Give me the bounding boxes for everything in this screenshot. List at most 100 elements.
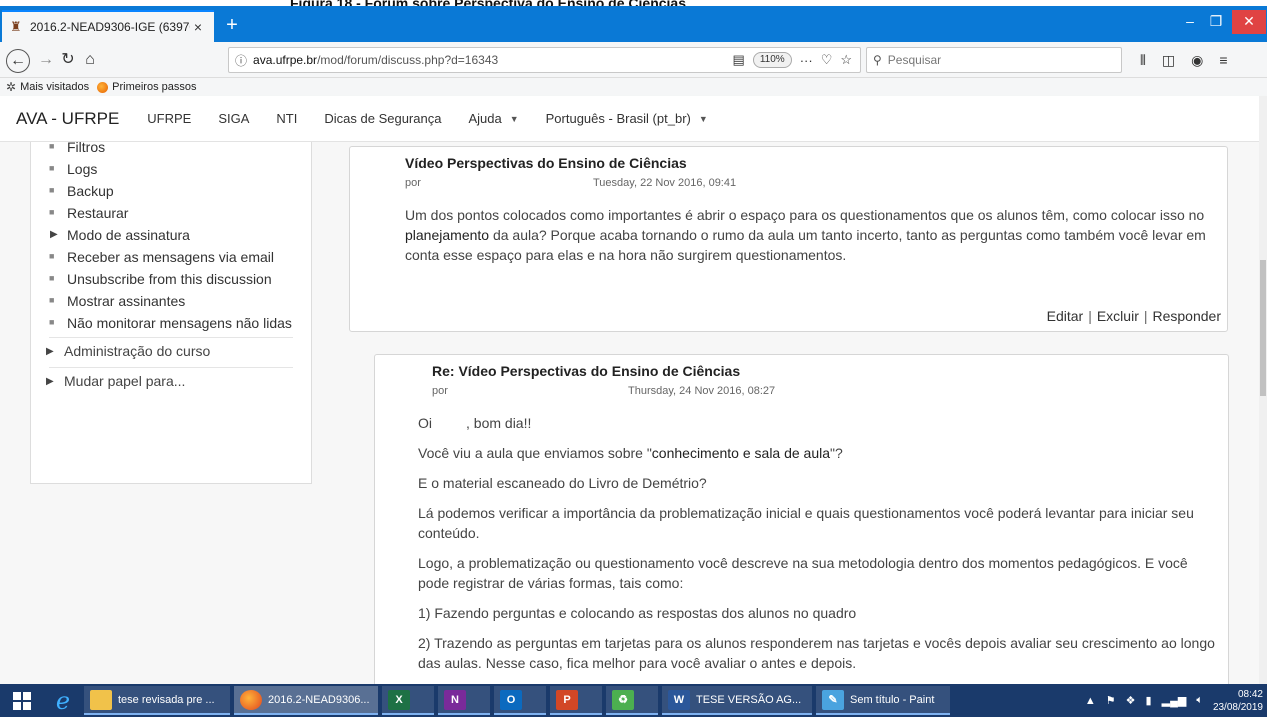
- info-icon[interactable]: ⓘ: [235, 52, 247, 69]
- library-icon[interactable]: ⫴: [1140, 52, 1146, 69]
- flag-icon[interactable]: ⚑: [1106, 694, 1116, 707]
- zoom-level[interactable]: 110%: [752, 52, 792, 68]
- post-text: "?: [830, 445, 843, 461]
- sidebar-item-logs[interactable]: ■ Logs: [49, 158, 297, 180]
- delete-link[interactable]: Excluir: [1097, 308, 1139, 324]
- nav-siga[interactable]: SIGA: [218, 111, 249, 126]
- taskbar-button-excel[interactable]: X: [382, 686, 434, 715]
- word-icon: W: [668, 689, 690, 710]
- system-clock[interactable]: 08:42 23/08/2019: [1213, 688, 1263, 714]
- sidebar-item-restaurar[interactable]: ■ Restaurar: [49, 202, 297, 224]
- bookmark-star-icon[interactable]: ☆: [840, 52, 852, 68]
- close-tab-icon[interactable]: ×: [190, 19, 206, 35]
- admin-list: ■ Filtros ■ Logs ■ Backup ■ Restaurar ▶ Modo …: [31, 142, 311, 334]
- taskbar-button-paint[interactable]: ✎ Sem título - Paint: [816, 686, 950, 715]
- account-icon[interactable]: ◉: [1191, 52, 1203, 69]
- expand-arrow-icon[interactable]: ▶: [50, 224, 58, 246]
- language-dropdown[interactable]: Português - Brasil (pt_br) ▼: [546, 111, 708, 126]
- separator: |: [1143, 308, 1148, 324]
- sidebar-item-label: Não monitorar mensagens não lidas: [67, 315, 292, 331]
- volume-icon[interactable]: 🔈︎: [1196, 694, 1203, 707]
- sidebar-item-backup[interactable]: ■ Backup: [49, 180, 297, 202]
- expand-arrow-icon: ▶: [46, 376, 54, 387]
- clock-time: 08:42: [1237, 688, 1263, 700]
- scrollbar-thumb[interactable]: [1260, 260, 1266, 396]
- post-link-conhecimento[interactable]: conhecimento e sala de aula: [652, 445, 830, 461]
- page-scrollbar[interactable]: [1259, 96, 1267, 684]
- post-paragraph: Você viu a aula que enviamos sobre "conh…: [418, 443, 1218, 463]
- taskbar-label: TESE VERSÃO AG...: [696, 693, 802, 706]
- nav-dicas-seguranca[interactable]: Dicas de Segurança: [324, 111, 441, 126]
- post-date: Tuesday, 22 Nov 2016, 09:41: [593, 177, 737, 189]
- post-paragraph: Lá podemos verificar a importância da pr…: [418, 505, 1194, 541]
- forward-button[interactable]: →: [34, 49, 58, 73]
- post-by-label: por: [405, 177, 421, 189]
- taskbar-button-word[interactable]: W TESE VERSÃO AG...: [662, 686, 812, 715]
- recycle-icon: ♻: [612, 689, 634, 710]
- edit-link[interactable]: Editar: [1047, 308, 1084, 324]
- network-icon[interactable]: ▮: [1146, 694, 1152, 707]
- search-placeholder: Pesquisar: [887, 53, 942, 67]
- taskbar-button-outlook[interactable]: O: [494, 686, 546, 715]
- post-text: Um dos pontos colocados como importantes…: [405, 207, 1205, 223]
- taskbar-button-powerpoint[interactable]: P: [550, 686, 602, 715]
- sidebar-item-receber-mensagens[interactable]: ■ Receber as mensagens via email: [49, 246, 297, 268]
- sidebar-item-label: Unsubscribe from this discussion: [67, 271, 272, 287]
- pocket-icon[interactable]: ♡: [821, 52, 833, 68]
- sidebar-item-unsubscribe[interactable]: ■ Unsubscribe from this discussion: [49, 268, 297, 290]
- dropbox-icon[interactable]: ❖: [1126, 694, 1136, 707]
- nav-ajuda-dropdown[interactable]: Ajuda ▼: [468, 111, 518, 126]
- sidebar-item-mostrar-assinantes[interactable]: ■ Mostrar assinantes: [49, 290, 297, 312]
- browser-tab[interactable]: ♜ 2016.2-NEAD9306-IGE (63970): ×: [2, 10, 214, 42]
- post-byline: por Tuesday, 22 Nov 2016, 09:41: [405, 177, 805, 189]
- reload-button[interactable]: ↻: [56, 49, 80, 73]
- start-button[interactable]: [0, 684, 44, 717]
- signal-icon[interactable]: ▂▄▆: [1162, 694, 1187, 707]
- bookmark-most-visited[interactable]: ✲ Mais visitados: [6, 80, 89, 94]
- minimize-button[interactable]: –: [1178, 10, 1202, 34]
- bullet-icon: ■: [49, 273, 55, 283]
- maximize-button[interactable]: ❐: [1204, 10, 1228, 34]
- sidebar-section-mudar-papel[interactable]: ▶ Mudar papel para...: [31, 368, 311, 394]
- taskbar-button-recycle[interactable]: ♻: [606, 686, 658, 715]
- back-button[interactable]: ←: [6, 49, 30, 73]
- taskbar-button-firefox[interactable]: 2016.2-NEAD9306...: [234, 686, 378, 715]
- post-link-planejamento[interactable]: planejamento: [405, 227, 489, 243]
- post-paragraph: 2) Trazendo as perguntas em tarjetas par…: [418, 635, 1215, 671]
- page-actions-icon[interactable]: ···: [800, 53, 813, 68]
- address-bar[interactable]: ⓘ ava.ufrpe.br/mod/forum/discuss.php?d=1…: [228, 47, 861, 73]
- sidebar-section-administracao-curso[interactable]: ▶ Administração do curso: [31, 338, 311, 364]
- sidebar-item-modo-assinatura[interactable]: ▶ Modo de assinatura: [50, 224, 297, 246]
- site-brand[interactable]: AVA - UFRPE: [16, 109, 119, 129]
- taskbar-button-explorer[interactable]: tese revisada pre ...: [84, 686, 230, 715]
- sidebar-item-nao-monitorar[interactable]: ■ Não monitorar mensagens não lidas: [49, 312, 297, 334]
- caret-down-icon: ▼: [509, 113, 519, 124]
- url-path: /mod/forum/discuss.php?d=16343: [317, 53, 499, 67]
- nav-nti[interactable]: NTI: [276, 111, 297, 126]
- browser-tab-bar: ♜ 2016.2-NEAD9306-IGE (63970): × + – ❐ ✕: [0, 6, 1267, 42]
- windows-taskbar: e tese revisada pre ... 2016.2-NEAD9306.…: [0, 684, 1267, 717]
- sidebar-item-label: Logs: [67, 161, 98, 177]
- new-tab-button[interactable]: +: [220, 14, 244, 38]
- administration-block: ■ Filtros ■ Logs ■ Backup ■ Restaurar ▶ Modo …: [30, 142, 312, 484]
- nav-ufrpe[interactable]: UFRPE: [147, 111, 191, 126]
- sidebar-item-label: Modo de assinatura: [67, 227, 190, 243]
- taskbar-button-onenote[interactable]: N: [438, 686, 490, 715]
- taskbar-label: Sem título - Paint: [850, 693, 935, 706]
- reader-view-icon[interactable]: ▤: [733, 52, 745, 68]
- post-paragraph: 1) Fazendo perguntas e colocando as resp…: [418, 605, 857, 621]
- bookmark-getting-started[interactable]: Primeiros passos: [97, 81, 197, 93]
- post-byline: por Thursday, 24 Nov 2016, 08:27: [432, 385, 832, 397]
- sidebar-icon[interactable]: ◫: [1162, 52, 1175, 69]
- home-button[interactable]: ⌂: [78, 49, 102, 73]
- sidebar-item-filtros[interactable]: ■ Filtros: [49, 142, 297, 158]
- nav-label: NTI: [276, 111, 298, 126]
- reply-link[interactable]: Responder: [1153, 308, 1222, 324]
- bullet-icon: ■: [49, 207, 55, 217]
- separator: |: [1088, 308, 1092, 324]
- menu-icon[interactable]: ≡: [1219, 52, 1227, 69]
- window-close-button[interactable]: ✕: [1232, 10, 1266, 34]
- taskbar-ie[interactable]: e: [44, 684, 82, 717]
- search-input[interactable]: ⚲ Pesquisar: [866, 47, 1122, 73]
- tray-chevron-icon[interactable]: ▲: [1085, 695, 1096, 707]
